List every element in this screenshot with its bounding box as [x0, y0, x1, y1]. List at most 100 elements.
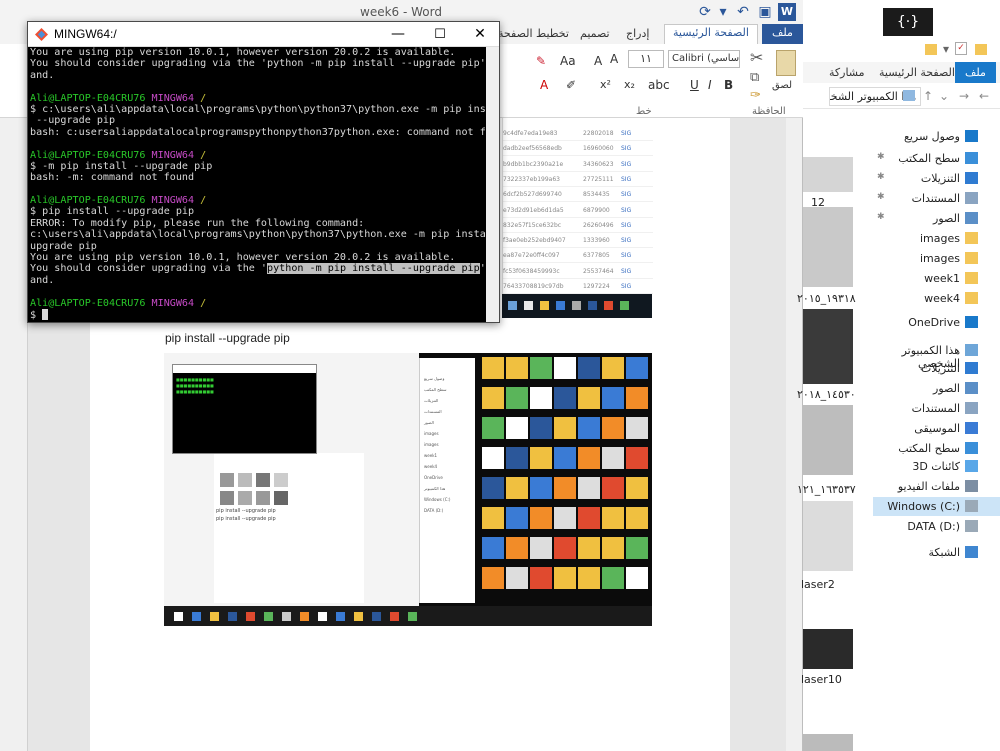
terminal-text: $: [30, 309, 43, 321]
file-thumbnail[interactable]: [803, 629, 853, 669]
word-vertical-scrollbar[interactable]: [786, 118, 802, 751]
desktop-shortcut-icon: [626, 357, 648, 379]
nav-item[interactable]: ملفات الفيديو: [873, 477, 1000, 496]
embedded-cell: 25537464: [583, 267, 614, 275]
terminal-window[interactable]: MINGW64:/ — ☐ ✕ You are using pip versio…: [27, 21, 500, 323]
subscript-icon[interactable]: x₂: [624, 78, 635, 91]
nav-item[interactable]: الموسيقى: [873, 419, 1000, 438]
terminal-line: You should consider upgrading via the 'p…: [30, 58, 486, 69]
tab-home[interactable]: الصفحة الرئيسية: [664, 24, 758, 44]
tab-explorer-file[interactable]: ملف: [955, 62, 996, 83]
highlight-icon[interactable]: ✐: [566, 78, 576, 92]
superscript-icon[interactable]: x²: [600, 78, 611, 91]
clear-format-icon[interactable]: ✎: [536, 54, 546, 68]
forward-arrow-icon[interactable]: →: [959, 89, 969, 103]
nav-item[interactable]: images: [873, 229, 1000, 248]
italic-button[interactable]: I: [708, 78, 712, 92]
nav-item[interactable]: week4: [873, 289, 1000, 308]
nav-item[interactable]: OneDrive: [873, 313, 1000, 332]
nav-item[interactable]: الصور ✱: [873, 209, 1000, 228]
nav-item[interactable]: هذا الكمبيوتر الشخصي: [873, 341, 1000, 370]
bold-button[interactable]: B: [724, 78, 733, 92]
embedded-table-row: f3ae0eb252ebd9407 1333960 SIG: [503, 233, 653, 249]
dropdown-icon[interactable]: ▾: [714, 3, 732, 21]
thumb: [256, 491, 270, 505]
nav-item[interactable]: التنزيلات ✱: [873, 169, 1000, 188]
nav-item[interactable]: الشبكة: [873, 543, 1000, 562]
explorer-titlebar: {·} ▾ ✓: [803, 0, 1000, 62]
nav-item[interactable]: المستندات ✱: [873, 189, 1000, 208]
embedded-cell: 832e57f15ce632bc: [503, 221, 562, 229]
nav-item[interactable]: كائنات 3D: [873, 457, 1000, 476]
back-arrow-icon[interactable]: ←: [979, 89, 989, 103]
embedded-caption: pip install --upgrade pip: [216, 508, 276, 514]
redo-icon[interactable]: ⟳: [696, 3, 714, 21]
nav-item-label: week4: [924, 292, 960, 305]
terminal-line: Ali@LAPTOP-E04CRU76 MINGW64 /: [30, 150, 486, 161]
maximize-button[interactable]: ☐: [420, 22, 460, 47]
embedded-word-window: ■■■■■■■■■■ ■■■■■■■■■■ ■■■■■■■■■■ pip insta…: [164, 353, 419, 608]
embedded-cell: 9c4dfe7eda19e83: [503, 130, 558, 137]
close-button[interactable]: ✕: [460, 22, 500, 47]
tab-share[interactable]: مشاركة: [829, 66, 865, 79]
tab-layout[interactable]: تخطيط الصفحة: [498, 27, 569, 40]
up-arrow-icon[interactable]: ↑: [923, 89, 933, 103]
embedded-cell: 7322337eb199a63: [503, 175, 560, 183]
undo-icon[interactable]: ↶: [734, 3, 752, 21]
underline-button[interactable]: U: [690, 78, 699, 92]
nav-item[interactable]: سطح المكتب ✱: [873, 149, 1000, 168]
file-thumbnail[interactable]: [803, 734, 853, 751]
embedded-cell: 1333960: [583, 237, 610, 245]
embedded-cell: 34360623: [583, 160, 614, 168]
nav-item[interactable]: سطح المكتب: [873, 439, 1000, 458]
grow-font-icon[interactable]: A: [610, 52, 618, 66]
git-bash-icon: [35, 28, 48, 41]
tab-explorer-home[interactable]: الصفحة الرئيسية: [879, 66, 955, 79]
file-thumbnail[interactable]: [803, 501, 853, 571]
strikethrough-icon[interactable]: abc: [648, 78, 670, 92]
save-icon[interactable]: ▣: [756, 3, 774, 21]
embedded-table-row: 7322337eb199a63 27725111 SIG: [503, 172, 653, 187]
terminal-scrollbar[interactable]: [486, 47, 499, 322]
tab-design[interactable]: تصميم: [580, 27, 610, 40]
pin-icon: ✱: [877, 152, 885, 162]
nav-item[interactable]: Windows (C:): [873, 497, 1000, 516]
nav-item[interactable]: وصول سريع: [873, 127, 1000, 146]
desktop-shortcut-icon: [482, 537, 504, 559]
properties-icon[interactable]: ✓: [955, 42, 967, 55]
paste-icon[interactable]: [776, 50, 796, 76]
paste-button[interactable]: لصق: [772, 80, 792, 91]
nav-item[interactable]: الصور: [873, 379, 1000, 398]
terminal-titlebar[interactable]: MINGW64:/ — ☐ ✕: [28, 22, 499, 47]
recent-dropdown-icon[interactable]: ⌄: [939, 89, 949, 103]
nav-item[interactable]: التنزيلات: [873, 359, 1000, 378]
nav-item-label: الصور: [933, 382, 960, 395]
file-thumbnail[interactable]: [803, 405, 853, 475]
format-painter-icon[interactable]: ✑: [750, 88, 761, 103]
desktop-shortcut-icon: [578, 447, 600, 469]
terminal-output[interactable]: You are using pip version 10.0.1, howeve…: [28, 47, 486, 322]
tab-file[interactable]: ملف: [762, 24, 803, 44]
file-thumbnail[interactable]: [803, 157, 853, 192]
font-size-select[interactable]: ١١: [628, 50, 664, 68]
shrink-font-icon[interactable]: A: [594, 54, 602, 68]
file-thumbnail[interactable]: [803, 207, 853, 287]
file-label: ١٦٣٥٣٧_١٢١: [797, 483, 856, 496]
font-color-icon[interactable]: A: [540, 78, 548, 92]
desktop-shortcut-icon: [530, 417, 552, 439]
nav-item[interactable]: DATA (D:): [873, 517, 1000, 536]
nav-item[interactable]: images: [873, 249, 1000, 268]
cut-icon[interactable]: ✂: [750, 48, 763, 67]
desktop-shortcut-icon: [626, 507, 648, 529]
copy-icon[interactable]: ⧉: [750, 70, 759, 85]
embedded-explorer-item: المستندات: [424, 409, 442, 414]
nav-item[interactable]: week1: [873, 269, 1000, 288]
tab-insert[interactable]: إدراج: [626, 27, 649, 40]
file-thumbnail[interactable]: [803, 309, 853, 384]
minimize-button[interactable]: —: [378, 22, 418, 47]
terminal-text: Ali@LAPTOP-E04CRU76: [30, 195, 152, 207]
nav-item[interactable]: المستندات: [873, 399, 1000, 418]
font-name-select[interactable]: Calibri (أساسي): [668, 50, 740, 68]
qa-dropdown-icon[interactable]: ▾: [943, 42, 949, 56]
change-case-button[interactable]: Aa: [560, 54, 576, 68]
